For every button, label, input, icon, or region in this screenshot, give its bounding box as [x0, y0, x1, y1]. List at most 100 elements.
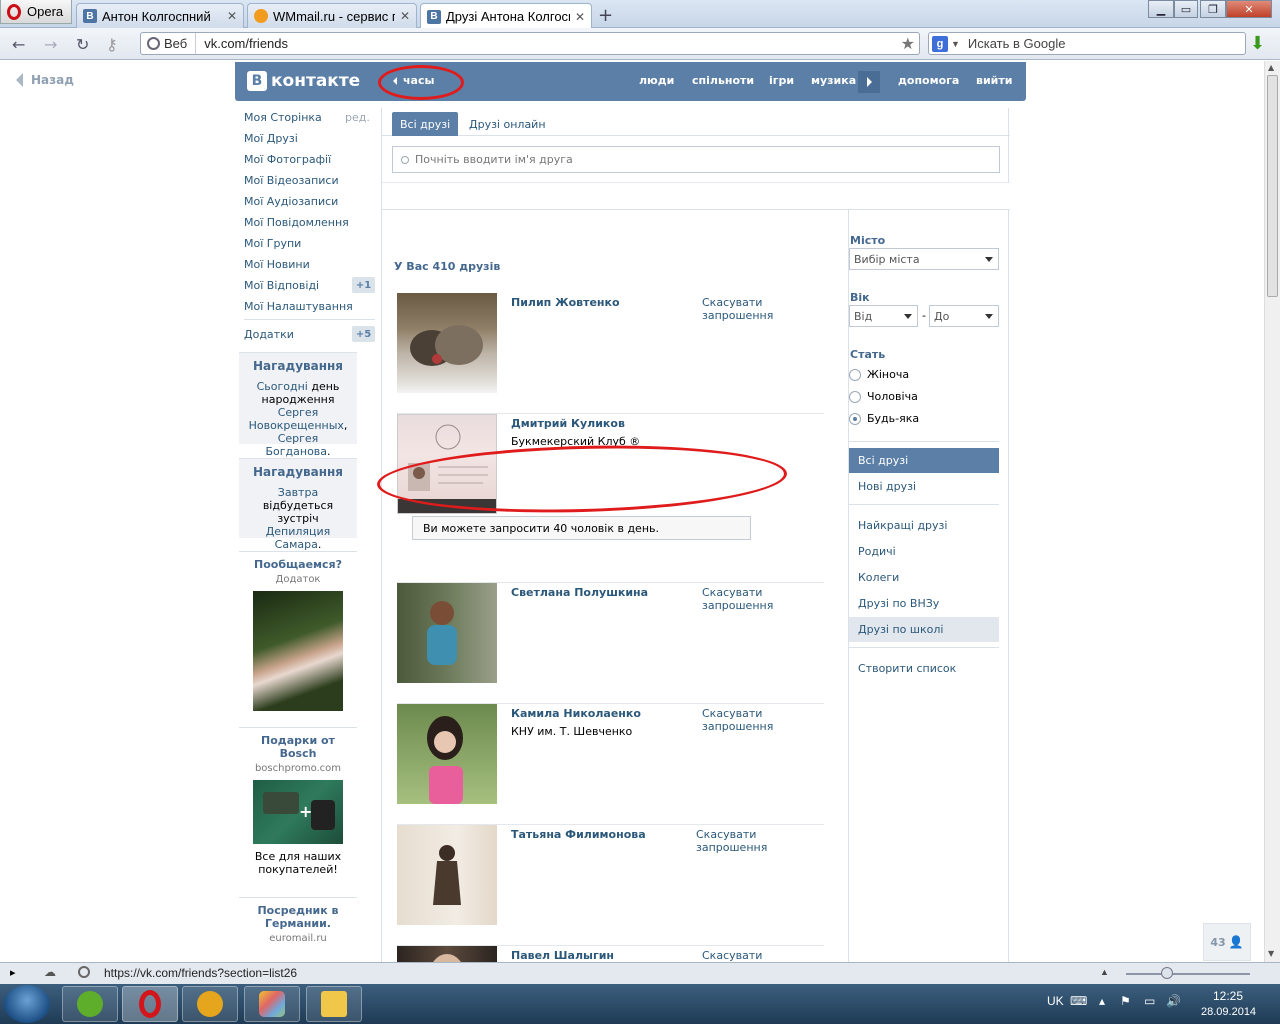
taskbar-opera[interactable] — [122, 986, 178, 1022]
restore-button[interactable]: ❐ — [1200, 0, 1226, 18]
scroll-down-icon[interactable]: ▼ — [1268, 949, 1274, 958]
edit-link[interactable]: ред. — [345, 111, 370, 124]
cancel-invite-link[interactable]: Скасувати запрошення — [702, 707, 792, 733]
language-indicator[interactable]: UK — [1047, 994, 1064, 1008]
section-school-friends[interactable]: Друзі по школі — [849, 617, 999, 642]
scroll-up-icon[interactable]: ▲ — [1268, 63, 1274, 72]
ad-block[interactable]: Посредник в Германии. euromail.ru — [239, 897, 357, 957]
back-arrow-icon[interactable]: ← — [12, 35, 25, 54]
zoom-slider-knob[interactable] — [1161, 967, 1173, 979]
reminder-link[interactable]: Сергея Богданова — [265, 432, 327, 458]
ad-title[interactable]: Подарки от Bosch — [248, 734, 348, 760]
friend-name[interactable]: Светлана Полушкина — [511, 586, 648, 599]
gender-option-male[interactable]: Чоловіча — [849, 390, 918, 403]
gender-option-female[interactable]: Жіноча — [849, 368, 909, 381]
back-link[interactable]: Назад — [16, 73, 74, 87]
url-text[interactable]: vk.com/friends — [196, 36, 900, 51]
menu-my-videos[interactable]: Мої Відеозаписи — [244, 174, 339, 187]
vertical-scrollbar[interactable]: ▲ ▼ — [1264, 61, 1280, 962]
cloud-icon[interactable]: ☁ — [44, 965, 56, 979]
ad-image[interactable]: + — [253, 780, 343, 844]
nav-logout[interactable]: вийти — [976, 74, 1012, 87]
friend-name[interactable]: Камила Николаенко — [511, 707, 641, 720]
friend-photo[interactable] — [397, 583, 497, 683]
radio-icon[interactable] — [849, 368, 861, 381]
taskbar-explorer[interactable] — [306, 986, 362, 1022]
forward-arrow-icon[interactable]: → — [44, 35, 57, 54]
browser-tab-3[interactable]: В Друзі Антона Колгосп... ✕ — [420, 3, 592, 29]
nav-people[interactable]: люди — [639, 74, 674, 87]
browser-tab-2[interactable]: WMmail.ru - сервис п... ✕ — [247, 3, 417, 28]
age-from-select[interactable]: Від — [849, 305, 918, 327]
close-window-button[interactable]: ✕ — [1226, 0, 1272, 18]
radio-icon[interactable] — [849, 390, 861, 403]
menu-my-photos[interactable]: Мої Фотографії — [244, 153, 331, 166]
section-colleagues[interactable]: Колеги — [849, 565, 999, 590]
clock-date[interactable]: 28.09.2014 — [1201, 1006, 1256, 1018]
friend-name[interactable]: Павел Шалыгин — [511, 949, 614, 962]
create-list-link[interactable]: Створити список — [849, 656, 999, 681]
menu-my-replies[interactable]: Мої Відповіді — [244, 279, 319, 292]
friend-photo[interactable] — [397, 704, 497, 804]
web-badge[interactable]: Веб — [141, 33, 197, 54]
download-icon[interactable]: ⬇ — [1250, 33, 1268, 54]
menu-my-news[interactable]: Мої Новини — [244, 258, 310, 271]
reload-icon[interactable]: ↻ — [76, 35, 89, 54]
search-field[interactable]: g ▼ Искать в Google — [928, 32, 1246, 55]
menu-my-groups[interactable]: Мої Групи — [244, 237, 301, 250]
section-new-friends[interactable]: Нові друзі — [849, 474, 999, 499]
nav-more-button[interactable] — [858, 71, 880, 93]
radio-selected-icon[interactable] — [849, 412, 861, 425]
taskbar-aimp[interactable] — [182, 986, 238, 1022]
replies-count-badge[interactable]: +1 — [352, 277, 375, 293]
reminder-link[interactable]: Завтра — [278, 486, 318, 499]
opera-menu-button[interactable]: Opera — [0, 0, 72, 24]
gender-option-any[interactable]: Будь-яка — [849, 412, 919, 425]
nav-help[interactable]: допомога — [898, 74, 959, 87]
tab-friends-online[interactable]: Друзі онлайн — [461, 112, 554, 136]
volume-icon[interactable]: 🔊 — [1166, 994, 1181, 1008]
address-bar[interactable]: Веб vk.com/friends ★ — [140, 32, 920, 55]
bookmark-star-icon[interactable]: ★ — [901, 34, 919, 54]
section-all-friends[interactable]: Всі друзі — [849, 448, 999, 473]
age-to-select[interactable]: До — [929, 305, 999, 327]
nav-music[interactable]: музика — [811, 74, 856, 87]
taskbar-paint[interactable] — [244, 986, 300, 1022]
chevron-down-icon[interactable]: ▼ — [951, 39, 960, 49]
key-icon[interactable]: ⚷ — [106, 35, 118, 54]
section-relatives[interactable]: Родичі — [849, 539, 999, 564]
menu-my-friends[interactable]: Мої Друзі — [244, 132, 298, 145]
nav-games[interactable]: ігри — [769, 74, 794, 87]
friend-name[interactable]: Татьяна Филимонова — [511, 828, 646, 841]
online-counter-widget[interactable]: 43 👤 — [1203, 923, 1251, 961]
windows-start-button[interactable] — [4, 985, 50, 1023]
menu-my-settings[interactable]: Мої Налаштування — [244, 300, 353, 313]
taskbar-utorrent[interactable] — [62, 986, 118, 1022]
cancel-invite-link[interactable]: Скасувати запрошення — [702, 949, 792, 962]
windows-button[interactable]: ▭ — [1174, 0, 1198, 18]
new-tab-button[interactable]: + — [598, 5, 613, 26]
menu-my-audio[interactable]: Мої Аудіозаписи — [244, 195, 338, 208]
menu-my-messages[interactable]: Мої Повідомлення — [244, 216, 349, 229]
ad-block[interactable]: Подарки от Bosch boschpromo.com + Все дл… — [239, 727, 357, 887]
tray-arrow-icon[interactable]: ▴ — [1099, 994, 1105, 1008]
nav-communities[interactable]: спільноти — [692, 74, 754, 87]
close-tab-icon[interactable]: ✕ — [400, 9, 410, 23]
network-icon[interactable]: ▭ — [1144, 994, 1155, 1008]
triangle-up-icon[interactable]: ▲ — [1100, 967, 1109, 977]
ad-title[interactable]: Посредник в Германии. — [248, 904, 348, 930]
keyboard-icon[interactable]: ⌨ — [1070, 994, 1087, 1008]
ad-image[interactable] — [253, 591, 343, 711]
flag-icon[interactable]: ⚑ — [1120, 994, 1131, 1008]
reminder-link[interactable]: Сьогодні — [257, 380, 308, 393]
browser-tab-1[interactable]: В Антон Колгоспний ✕ — [76, 3, 244, 28]
ad-title[interactable]: Пообщаемся? — [239, 558, 357, 571]
apps-count-badge[interactable]: +5 — [352, 326, 375, 342]
clock-time[interactable]: 12:25 — [1213, 989, 1243, 1003]
ad-block[interactable]: Пообщаемся? Додаток — [239, 551, 357, 726]
scrollbar-thumb[interactable] — [1267, 75, 1278, 297]
friend-name[interactable]: Пилип Жовтенко — [511, 296, 620, 309]
tab-all-friends[interactable]: Всі друзі — [392, 112, 459, 136]
cancel-invite-link[interactable]: Скасувати запрошення — [696, 828, 824, 854]
google-icon[interactable]: g — [932, 35, 948, 52]
